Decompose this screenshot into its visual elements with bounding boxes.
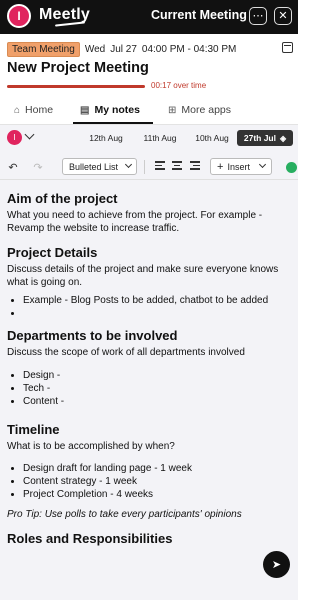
chevron-down-icon (258, 160, 267, 169)
bullet-list: Design - Tech - Content - (23, 370, 296, 408)
toolbar-divider (144, 160, 145, 174)
list-style-value: Bulleted List (69, 161, 119, 172)
date-tab-10-aug[interactable]: 10th Aug (192, 130, 232, 146)
home-icon: ⌂ (14, 104, 21, 116)
list-item: Content strategy - 1 week (23, 476, 296, 488)
close-icon: ✕ (278, 9, 288, 22)
tab-bar: ⌂ Home ▤ My notes ⊞ More apps (0, 98, 298, 125)
close-button[interactable]: ✕ (274, 7, 292, 25)
send-button[interactable]: ➤ (263, 551, 290, 578)
insert-button[interactable]: + Insert (210, 158, 272, 175)
section-heading: Timeline (7, 421, 60, 437)
list-item: Content - (23, 396, 296, 408)
section-departments: Departments to be involved Discuss the s… (7, 328, 296, 408)
tab-notes-label: My notes (94, 104, 140, 116)
bullet-list: Example - Blog Posts to be added, chatbo… (23, 295, 296, 320)
calendar-icon[interactable] (282, 42, 293, 53)
meeting-progress-bar (7, 85, 145, 88)
list-item: Project Completion - 4 weeks (23, 489, 296, 501)
tab-home[interactable]: ⌂ Home (14, 104, 53, 116)
date-tab-27-jul[interactable]: 27th Jul ◈ (237, 130, 293, 146)
align-right-icon[interactable] (190, 161, 200, 171)
section-aim: Aim of the project What you need to achi… (7, 191, 296, 235)
section-text: Discuss details of the project and make … (7, 264, 279, 288)
header-title: Current Meeting (151, 8, 247, 22)
overtime-text: 00:17 over time (151, 81, 207, 90)
chevron-down-icon[interactable] (24, 129, 35, 140)
section-heading: Departments to be involved (7, 328, 178, 343)
bullet-list: Design draft for landing page - 1 week C… (23, 463, 296, 501)
chevron-down-icon (124, 160, 133, 169)
meeting-day: Wed (84, 43, 106, 55)
insert-label: Insert (227, 161, 250, 172)
note-author-avatar[interactable]: I (7, 130, 22, 145)
section-text: What you need to achieve from the projec… (7, 210, 263, 234)
tab-my-notes[interactable]: ▤ My notes (80, 104, 140, 116)
meeting-info-row: Team Meeting Wed Jul 27 04:00 PM - 04:30… (7, 41, 241, 57)
more-options-button[interactable]: ⋯ (249, 7, 267, 25)
meeting-title: New Project Meeting (7, 60, 149, 76)
apps-grid-icon: ⊞ (168, 104, 177, 116)
notes-icon: ▤ (80, 104, 90, 116)
list-item (23, 308, 296, 320)
notes-date-row: I 12th Aug 11th Aug 10th Aug 27th Jul ◈ (0, 125, 298, 153)
list-item: Design - (23, 370, 296, 382)
send-icon: ➤ (271, 559, 282, 571)
notes-editor: I 12th Aug 11th Aug 10th Aug 27th Jul ◈ … (0, 125, 298, 600)
section-text: Discuss the scope of work of all departm… (7, 347, 245, 358)
section-text: What is to be accomplished by when? (7, 440, 175, 452)
meeting-time: 04:00 PM - 04:30 PM (141, 43, 237, 55)
top-bar: I Meetly Current Meeting ⋯ ✕ (0, 0, 298, 34)
editor-toolbar: ↶ ↷ Bulleted List + Insert (0, 154, 298, 180)
selected-date-label: 27th Jul (243, 133, 276, 143)
meeting-type-tag: Team Meeting (7, 41, 80, 57)
list-style-select[interactable]: Bulleted List (62, 158, 137, 175)
list-item: Design draft for landing page - 1 week (23, 463, 296, 475)
tab-home-label: Home (25, 104, 54, 116)
document-content[interactable]: Aim of the project What you need to achi… (7, 191, 296, 550)
layers-icon: ◈ (279, 133, 287, 143)
meeting-header: Team Meeting Wed Jul 27 04:00 PM - 04:30… (0, 34, 298, 98)
list-item: Example - Blog Posts to be added, chatbo… (23, 295, 296, 307)
list-item: Tech - (23, 383, 296, 395)
active-tab-indicator (73, 122, 153, 124)
redo-icon[interactable]: ↷ (31, 160, 45, 174)
section-heading: Roles and Responsibilities (7, 531, 173, 546)
tab-more-apps[interactable]: ⊞ More apps (168, 104, 231, 116)
plus-icon: + (217, 160, 224, 173)
section-heading: Project Details (7, 245, 98, 260)
section-timeline: Timeline What is to be accomplished by w… (7, 422, 296, 522)
pro-tip: Pro Tip: Use polls to take every partici… (7, 509, 242, 520)
undo-icon[interactable]: ↶ (6, 160, 20, 174)
section-heading: Aim of the project (7, 191, 118, 206)
saved-status-icon (286, 162, 297, 173)
meeting-date: Jul 27 (110, 43, 137, 55)
date-tab-12-aug[interactable]: 12th Aug (84, 130, 128, 146)
align-center-icon[interactable] (172, 161, 182, 171)
ellipsis-icon: ⋯ (252, 9, 264, 22)
tab-apps-label: More apps (181, 104, 231, 116)
align-left-icon[interactable] (155, 161, 165, 171)
date-tab-11-aug[interactable]: 11th Aug (139, 130, 181, 146)
section-details: Project Details Discuss details of the p… (7, 245, 296, 320)
user-avatar[interactable]: I (7, 4, 31, 28)
